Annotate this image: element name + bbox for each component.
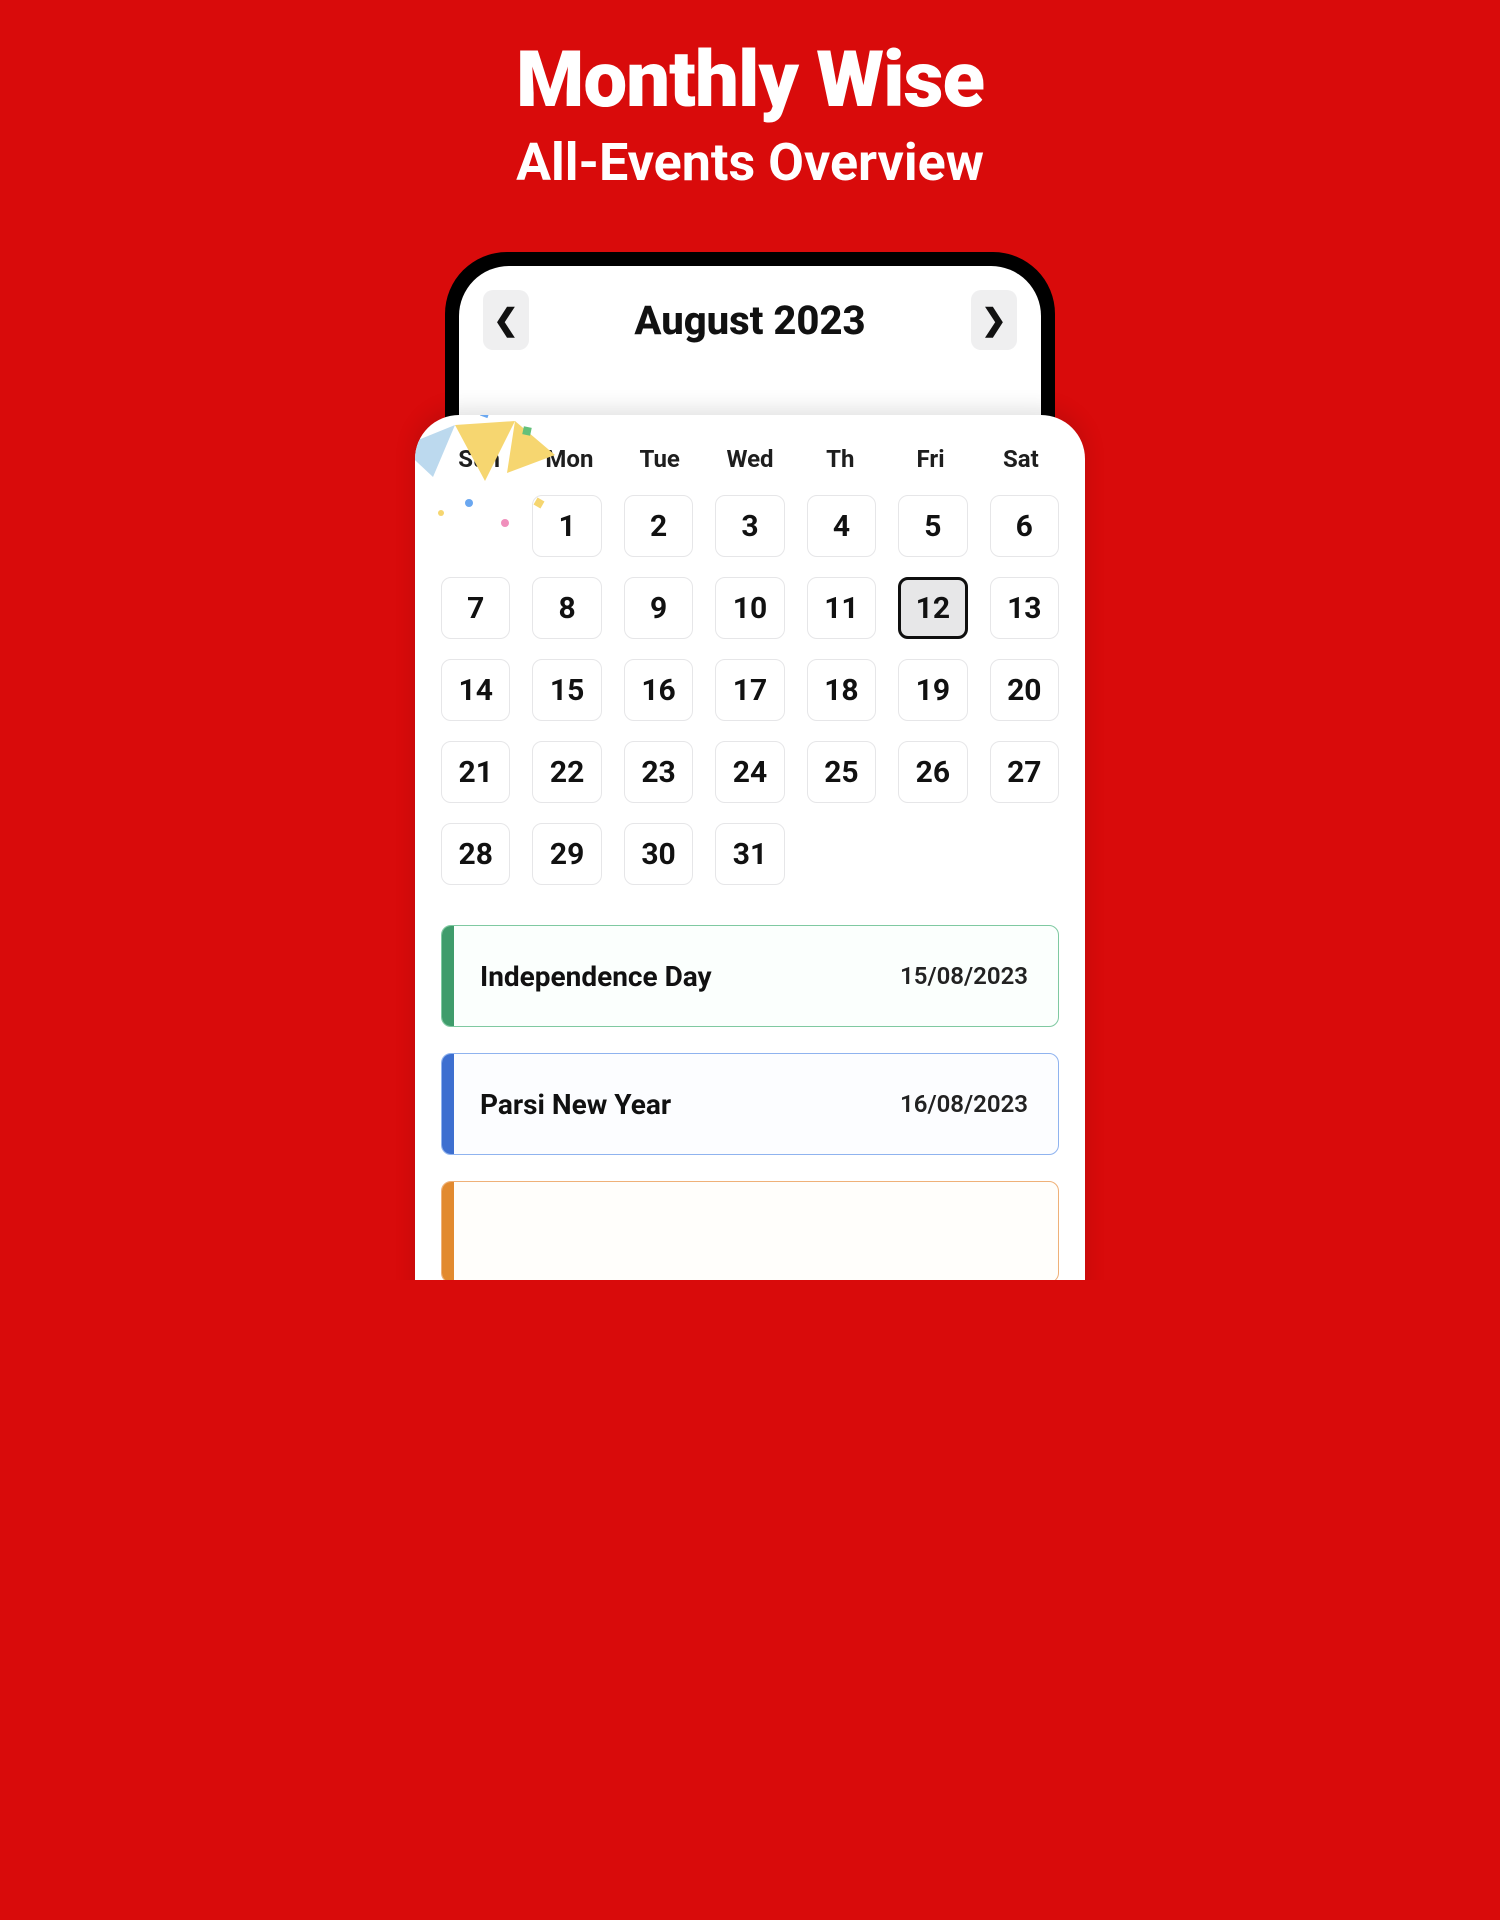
event-date: 15/08/2023 xyxy=(900,962,1028,990)
weekday-label: Wed xyxy=(712,445,788,473)
event-date: 16/08/2023 xyxy=(900,1090,1028,1118)
prev-month-button[interactable]: ❮ xyxy=(483,290,529,350)
day-cell[interactable]: 11 xyxy=(807,577,876,639)
day-cell[interactable]: 13 xyxy=(990,577,1059,639)
day-cell[interactable]: 19 xyxy=(898,659,967,721)
weekday-label: Tue xyxy=(622,445,698,473)
weekday-row: Sun Mon Tue Wed Th Fri Sat xyxy=(441,445,1059,473)
day-cell[interactable]: 22 xyxy=(532,741,601,803)
day-cell[interactable]: 8 xyxy=(532,577,601,639)
day-cell[interactable]: 5 xyxy=(898,495,967,557)
days-grid: 1234567891011121314151617181920212223242… xyxy=(441,495,1059,885)
day-cell[interactable]: 31 xyxy=(715,823,784,885)
event-accent xyxy=(442,1182,454,1280)
weekday-label: Sat xyxy=(983,445,1059,473)
month-title: August 2023 xyxy=(634,297,865,344)
weekday-label: Mon xyxy=(531,445,607,473)
day-cell[interactable]: 17 xyxy=(715,659,784,721)
day-cell[interactable]: 28 xyxy=(441,823,510,885)
headline-subtitle: All-Events Overview xyxy=(270,132,1230,193)
day-cell[interactable]: 4 xyxy=(807,495,876,557)
day-cell[interactable]: 21 xyxy=(441,741,510,803)
day-cell[interactable]: 30 xyxy=(624,823,693,885)
day-cell[interactable]: 12 xyxy=(898,577,967,639)
event-card[interactable]: Parsi New Year 16/08/2023 xyxy=(441,1053,1059,1155)
headline-block: Monthly Wise All-Events Overview xyxy=(270,40,1230,193)
day-cell[interactable]: 25 xyxy=(807,741,876,803)
headline-title: Monthly Wise xyxy=(270,40,1230,122)
day-cell[interactable]: 27 xyxy=(990,741,1059,803)
day-cell[interactable]: 15 xyxy=(532,659,601,721)
day-cell[interactable]: 9 xyxy=(624,577,693,639)
next-month-button[interactable]: ❯ xyxy=(971,290,1017,350)
day-cell[interactable]: 26 xyxy=(898,741,967,803)
day-cell[interactable]: 7 xyxy=(441,577,510,639)
calendar-card: SunMonTueWedThFriSat 1234567891011121314… xyxy=(415,415,1085,1280)
day-cell[interactable]: 20 xyxy=(990,659,1059,721)
day-cell[interactable]: 23 xyxy=(624,741,693,803)
day-cell[interactable]: 10 xyxy=(715,577,784,639)
event-accent xyxy=(442,1054,454,1154)
day-cell[interactable]: 18 xyxy=(807,659,876,721)
day-cell[interactable]: 1 xyxy=(532,495,601,557)
day-cell[interactable]: 2 xyxy=(624,495,693,557)
event-card[interactable] xyxy=(441,1181,1059,1280)
app-screenshot: Monthly Wise All-Events Overview ❮ Augus… xyxy=(270,0,1230,1280)
day-cell[interactable]: 6 xyxy=(990,495,1059,557)
weekday-label: Th xyxy=(802,445,878,473)
day-cell[interactable]: 16 xyxy=(624,659,693,721)
day-cell[interactable]: 24 xyxy=(715,741,784,803)
event-name: Parsi New Year xyxy=(480,1088,671,1121)
chevron-left-icon: ❮ xyxy=(493,303,518,338)
event-card[interactable]: Independence Day 15/08/2023 xyxy=(441,925,1059,1027)
event-name: Independence Day xyxy=(480,960,712,993)
day-blank xyxy=(441,495,510,557)
day-cell[interactable]: 3 xyxy=(715,495,784,557)
day-cell[interactable]: 14 xyxy=(441,659,510,721)
chevron-right-icon: ❯ xyxy=(981,303,1006,338)
weekday-label: Sun xyxy=(441,445,517,473)
weekday-label: Fri xyxy=(892,445,968,473)
day-cell[interactable]: 29 xyxy=(532,823,601,885)
event-accent xyxy=(442,926,454,1026)
month-header: ❮ August 2023 ❯ xyxy=(459,290,1041,350)
event-list: Independence Day 15/08/2023 Parsi New Year… xyxy=(441,925,1059,1280)
